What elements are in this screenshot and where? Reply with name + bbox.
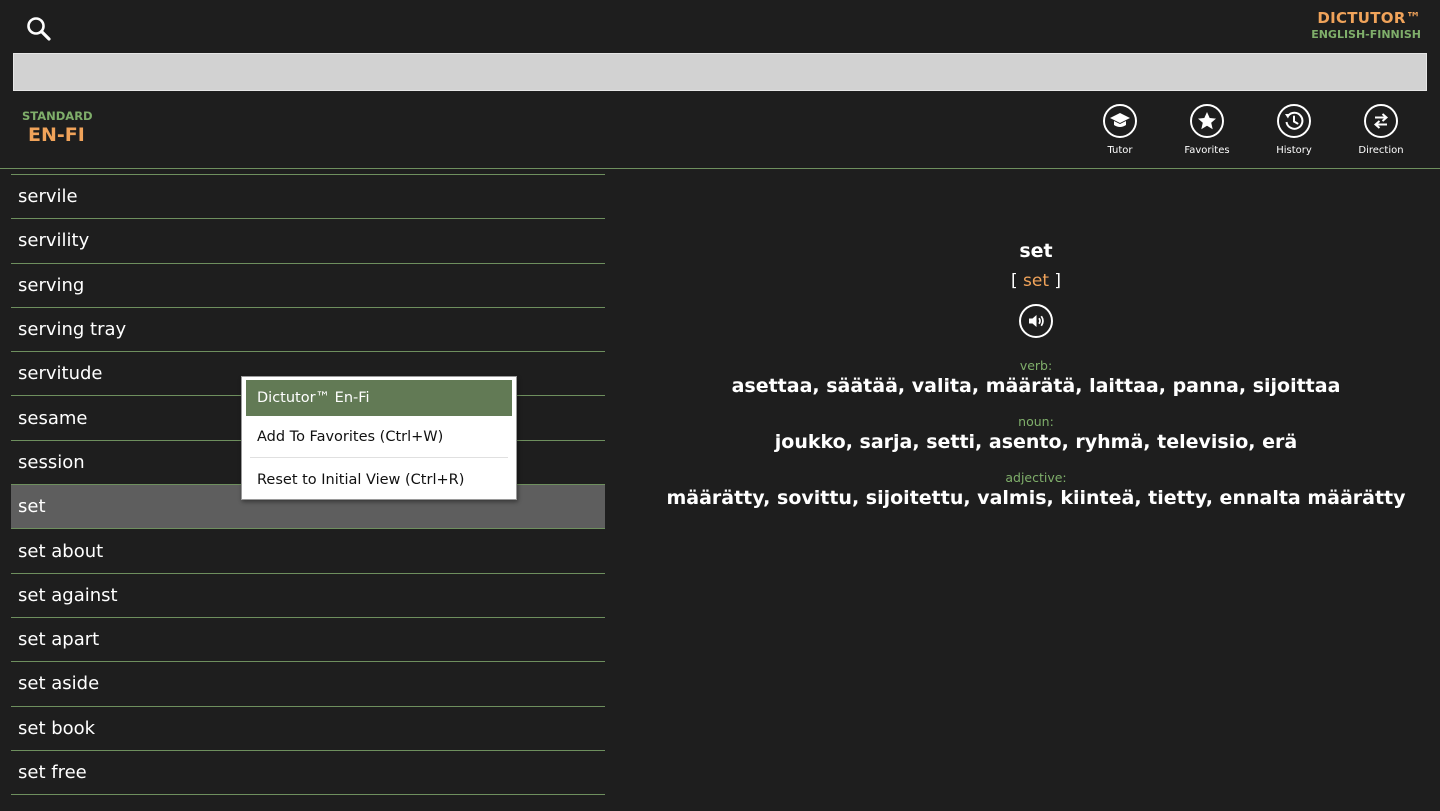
graduation-cap-icon <box>1103 104 1137 138</box>
brand-name: DICTUTOR™ <box>1317 9 1421 27</box>
mode-label: STANDARD <box>22 109 93 123</box>
app-brand: DICTUTOR™ ENGLISH-FINNISH <box>1311 9 1421 41</box>
pron-bracket-open: [ <box>1010 271 1018 291</box>
entry-detail: set [ set ] verb: asettaa, säätää, valit… <box>620 240 1440 509</box>
search-input[interactable] <box>13 53 1427 91</box>
pronunciation: [ set ] <box>620 271 1440 291</box>
menu-item-dictutor[interactable]: Dictutor™ En-Fi <box>246 380 512 416</box>
header-divider <box>0 168 1440 169</box>
direction-button[interactable]: Direction <box>1346 104 1416 156</box>
word-list-item[interactable]: set against <box>11 574 605 618</box>
translations-adjective: määrätty, sovittu, sijoitettu, valmis, k… <box>666 487 1406 509</box>
pron-bracket-close: ] <box>1054 271 1062 291</box>
translations-verb: asettaa, säätää, valita, määrätä, laitta… <box>731 375 1341 397</box>
direction-label: Direction <box>1358 145 1404 156</box>
favorites-label: Favorites <box>1184 145 1230 156</box>
speaker-icon[interactable] <box>1019 304 1053 338</box>
word-list-item[interactable]: servile <box>11 175 605 220</box>
history-button[interactable]: History <box>1259 104 1329 156</box>
pos-verb: verb: <box>1019 358 1053 373</box>
menu-item-add-to-favorites[interactable]: Add To Favorites (Ctrl+W) <box>246 419 512 455</box>
toolbar: Tutor Favorites History Direction <box>1085 104 1416 156</box>
tutor-button[interactable]: Tutor <box>1085 104 1155 156</box>
search-icon[interactable] <box>24 14 54 44</box>
word-list-item[interactable]: set book <box>11 707 605 751</box>
history-label: History <box>1276 145 1312 156</box>
word-list-item[interactable]: set apart <box>11 618 605 663</box>
mode-value: EN-FI <box>28 124 85 146</box>
favorites-button[interactable]: Favorites <box>1172 104 1242 156</box>
dictionary-mode: STANDARD EN-FI <box>22 109 93 146</box>
context-menu: Dictutor™ En-Fi Add To Favorites (Ctrl+W… <box>241 376 517 500</box>
brand-subtitle: ENGLISH-FINNISH <box>1311 28 1421 41</box>
word-list-item[interactable]: set about <box>11 529 605 574</box>
menu-item-reset-view[interactable]: Reset to Initial View (Ctrl+R) <box>246 462 512 498</box>
menu-separator <box>250 457 508 458</box>
word-list-item[interactable]: set free <box>11 751 605 796</box>
pos-adjective: adjective: <box>1005 470 1067 485</box>
word-list-item[interactable]: serving <box>11 264 605 308</box>
tutor-label: Tutor <box>1107 145 1133 156</box>
entry-headword: set <box>1019 240 1053 262</box>
word-list-item[interactable]: servility <box>11 219 605 264</box>
word-list-item[interactable]: set aside <box>11 662 605 707</box>
translations-noun: joukko, sarja, setti, asento, ryhmä, tel… <box>774 431 1298 453</box>
star-icon <box>1190 104 1224 138</box>
swap-arrows-icon <box>1364 104 1398 138</box>
clock-history-icon <box>1277 104 1311 138</box>
pos-noun: noun: <box>1018 414 1054 429</box>
word-list-item[interactable]: serving tray <box>11 308 605 353</box>
pronunciation-text: set <box>1023 271 1049 291</box>
